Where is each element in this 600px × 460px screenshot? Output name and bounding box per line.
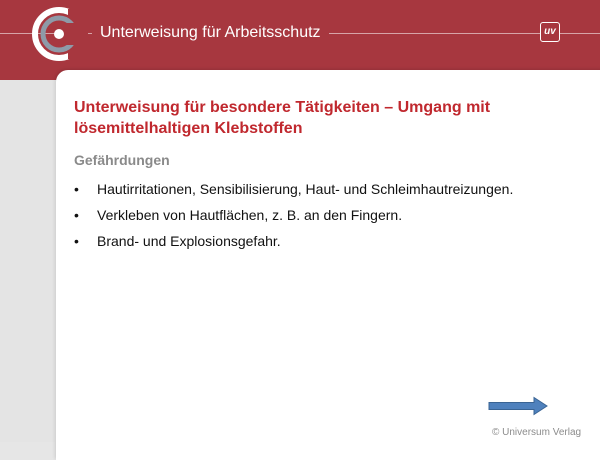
section-subtitle: Gefährdungen	[74, 152, 170, 168]
bullet-text: Brand- und Explosionsgefahr.	[97, 233, 281, 249]
copyright-text: © Universum Verlag	[492, 427, 582, 438]
universum-logo-icon	[32, 7, 88, 61]
uv-logo-badge: uv	[540, 22, 560, 42]
header-title: Unterweisung für Arbeitsschutz	[92, 22, 329, 44]
bullet-text: Hautirritationen, Sensibilisierung, Haut…	[97, 181, 514, 197]
side-margin	[0, 80, 55, 442]
list-item: • Hautirritationen, Sensibilisierung, Hau…	[74, 180, 584, 198]
next-slide-arrow-icon[interactable]	[488, 396, 548, 416]
bullet-list: • Hautirritationen, Sensibilisierung, Hau…	[74, 180, 584, 258]
bullet-icon: •	[74, 233, 79, 249]
bullet-icon: •	[74, 207, 79, 223]
list-item: • Verkleben von Hautflächen, z. B. an den…	[74, 206, 584, 224]
list-item: • Brand- und Explosionsgefahr.	[74, 232, 584, 250]
bullet-icon: •	[74, 181, 79, 197]
slide-title: Unterweisung für besondere Tätigkeiten –…	[74, 99, 491, 137]
bullet-text: Verkleben von Hautflächen, z. B. an den …	[97, 207, 403, 223]
header-bar: Unterweisung für Arbeitsschutz uv	[0, 0, 600, 80]
